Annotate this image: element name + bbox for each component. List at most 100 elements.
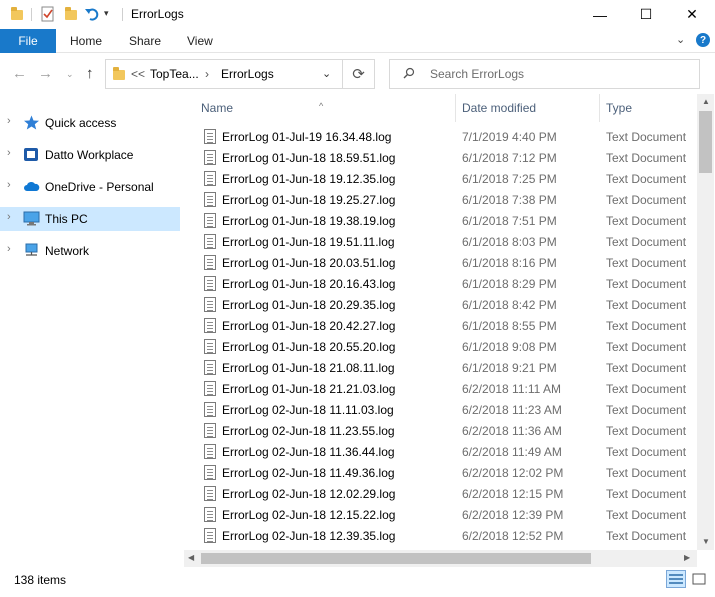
file-row[interactable]: ErrorLog 01-Jun-18 20.16.43.log 6/1/2018 … [184,273,699,294]
forward-arrow-icon[interactable]: → [38,65,53,82]
nav-item-onedrive[interactable]: › OneDrive - Personal [0,175,180,199]
file-row[interactable]: ErrorLog 01-Jun-18 19.12.35.log 6/1/2018 … [184,168,699,189]
expand-chevron-icon[interactable]: › [7,179,11,191]
file-row[interactable]: ErrorLog 01-Jun-18 19.38.19.log 6/1/2018 … [184,210,699,231]
folder-icon[interactable] [9,6,25,22]
tab-view[interactable]: View [187,34,213,48]
file-name: ErrorLog 02-Jun-18 11.11.03.log [222,403,394,417]
file-list: ^ Name Date modified Type ErrorLog 01-Ju… [184,94,715,569]
expand-chevron-icon[interactable]: › [7,243,11,255]
file-row[interactable]: ErrorLog 01-Jun-18 20.55.20.log 6/1/2018 … [184,336,699,357]
scroll-up-arrow-icon[interactable]: ▲ [702,97,710,106]
tab-share[interactable]: Share [129,34,161,48]
customize-toolbar-icon[interactable]: ▾ [104,8,120,24]
text-document-icon [204,297,216,312]
nav-item-quick-access[interactable]: › Quick access [0,111,180,135]
column-header-name[interactable]: ^ Name [184,94,454,122]
column-header-date-modified[interactable]: Date modified [456,94,599,122]
text-document-icon [204,171,216,186]
file-row[interactable]: ErrorLog 02-Jun-18 12.39.35.log 6/2/2018 … [184,525,699,546]
details-view-button[interactable] [666,570,686,588]
back-arrow-icon[interactable]: ← [12,65,27,82]
expand-ribbon-chevron-down-icon[interactable]: ⌄ [676,33,685,46]
file-row[interactable]: ErrorLog 02-Jun-18 12.15.22.log 6/2/2018 … [184,504,699,525]
vertical-scroll-thumb[interactable] [699,111,712,173]
text-document-icon [204,444,216,459]
file-row[interactable]: ErrorLog 02-Jun-18 11.36.44.log 6/2/2018 … [184,441,699,462]
nav-item-this-pc[interactable]: › This PC [0,207,180,231]
search-input[interactable]: Search ErrorLogs [430,67,524,81]
nav-item-label: Network [45,244,90,258]
refresh-button[interactable]: ⟳ [343,59,375,89]
file-name: ErrorLog 02-Jun-18 12.15.22.log [222,508,396,522]
maximize-button[interactable]: ☐ [623,0,669,29]
scroll-left-arrow-icon[interactable]: ◀ [188,553,194,562]
file-row[interactable]: ErrorLog 02-Jun-18 11.49.36.log 6/2/2018 … [184,462,699,483]
tab-home[interactable]: Home [70,34,102,48]
expand-chevron-icon[interactable]: › [7,147,11,159]
file-name: ErrorLog 01-Jun-18 20.42.27.log [222,319,396,333]
column-header-label: Date modified [462,101,537,115]
scroll-right-arrow-icon[interactable]: ▶ [684,553,690,562]
address-history-chevron-down-icon[interactable]: ⌄ [322,67,331,80]
file-row[interactable]: ErrorLog 01-Jun-18 20.29.35.log 6/1/2018 … [184,294,699,315]
file-name: ErrorLog 02-Jun-18 11.23.55.log [222,424,395,438]
address-bar[interactable]: << TopTea... › ErrorLogs ⌄ [105,59,343,89]
tab-file[interactable]: File [0,29,56,53]
file-row[interactable]: ErrorLog 02-Jun-18 11.11.03.log 6/2/2018 … [184,399,699,420]
horizontal-scrollbar[interactable]: ◀ ▶ [184,550,697,567]
file-date-modified: 6/1/2018 8:55 PM [462,319,557,333]
file-row[interactable]: ErrorLog 01-Jun-18 19.25.27.log 6/1/2018 … [184,189,699,210]
file-type: Text Document [606,298,687,312]
help-icon[interactable]: ? [696,33,710,47]
up-arrow-icon[interactable]: ↑ [86,65,94,82]
breadcrumb-separator-chevron-icon[interactable]: › [205,67,209,81]
text-document-icon [204,255,216,270]
file-row[interactable]: ErrorLog 01-Jun-18 20.03.51.log 6/1/2018 … [184,252,699,273]
file-type: Text Document [606,256,687,270]
expand-chevron-icon[interactable]: › [7,115,11,127]
search-box[interactable]: Search ErrorLogs [389,59,700,89]
file-name: ErrorLog 01-Jun-18 19.51.11.log [222,235,395,249]
large-icons-view-icon [692,573,706,585]
recent-locations-chevron-down-icon[interactable]: ⌄ [66,69,74,80]
file-row[interactable]: ErrorLog 01-Jul-19 16.34.48.log 7/1/2019 … [184,126,699,147]
undo-icon[interactable] [84,6,100,22]
file-row[interactable]: ErrorLog 01-Jun-18 21.08.11.log 6/1/2018 … [184,357,699,378]
text-document-icon [204,213,216,228]
close-button[interactable]: ✕ [669,0,715,29]
vertical-scrollbar[interactable]: ▲ ▼ [697,94,714,550]
breadcrumb-item[interactable]: TopTea... [150,67,199,81]
file-date-modified: 7/1/2019 4:40 PM [462,130,557,144]
new-folder-icon[interactable] [63,6,79,22]
nav-item-network[interactable]: › Network [0,239,180,263]
file-type: Text Document [606,382,687,396]
file-type: Text Document [606,151,687,165]
file-row[interactable]: ErrorLog 01-Jun-18 21.21.03.log 6/2/2018 … [184,378,699,399]
file-date-modified: 6/2/2018 11:49 AM [462,445,562,459]
column-header-type[interactable]: Type [600,94,700,122]
file-row[interactable]: ErrorLog 02-Jun-18 12.02.29.log 6/2/2018 … [184,483,699,504]
text-document-icon [204,486,216,501]
breadcrumb-overflow[interactable]: << [131,67,145,81]
scroll-down-arrow-icon[interactable]: ▼ [702,537,710,546]
file-date-modified: 6/1/2018 9:21 PM [462,361,557,375]
file-date-modified: 6/2/2018 12:39 PM [462,508,564,522]
file-name: ErrorLog 01-Jun-18 19.38.19.log [222,214,396,228]
file-type: Text Document [606,193,687,207]
large-icons-view-button[interactable] [689,570,709,588]
file-date-modified: 6/1/2018 7:38 PM [462,193,557,207]
properties-icon[interactable] [40,6,56,22]
file-row[interactable]: ErrorLog 01-Jun-18 18.59.51.log 6/1/2018 … [184,147,699,168]
breadcrumb-item[interactable]: ErrorLogs [221,67,274,81]
title-divider [122,8,123,21]
file-row[interactable]: ErrorLog 01-Jun-18 19.51.11.log 6/1/2018 … [184,231,699,252]
file-row[interactable]: ErrorLog 01-Jun-18 20.42.27.log 6/1/2018 … [184,315,699,336]
file-row[interactable]: ErrorLog 02-Jun-18 11.23.55.log 6/2/2018 … [184,420,699,441]
expand-chevron-icon[interactable]: › [7,211,11,223]
minimize-button[interactable]: — [577,0,623,29]
file-name: ErrorLog 01-Jun-18 18.59.51.log [222,151,396,165]
nav-item-datto-workplace[interactable]: › Datto Workplace [0,143,180,167]
horizontal-scroll-thumb[interactable] [201,553,591,564]
toolbar-divider [31,8,32,21]
